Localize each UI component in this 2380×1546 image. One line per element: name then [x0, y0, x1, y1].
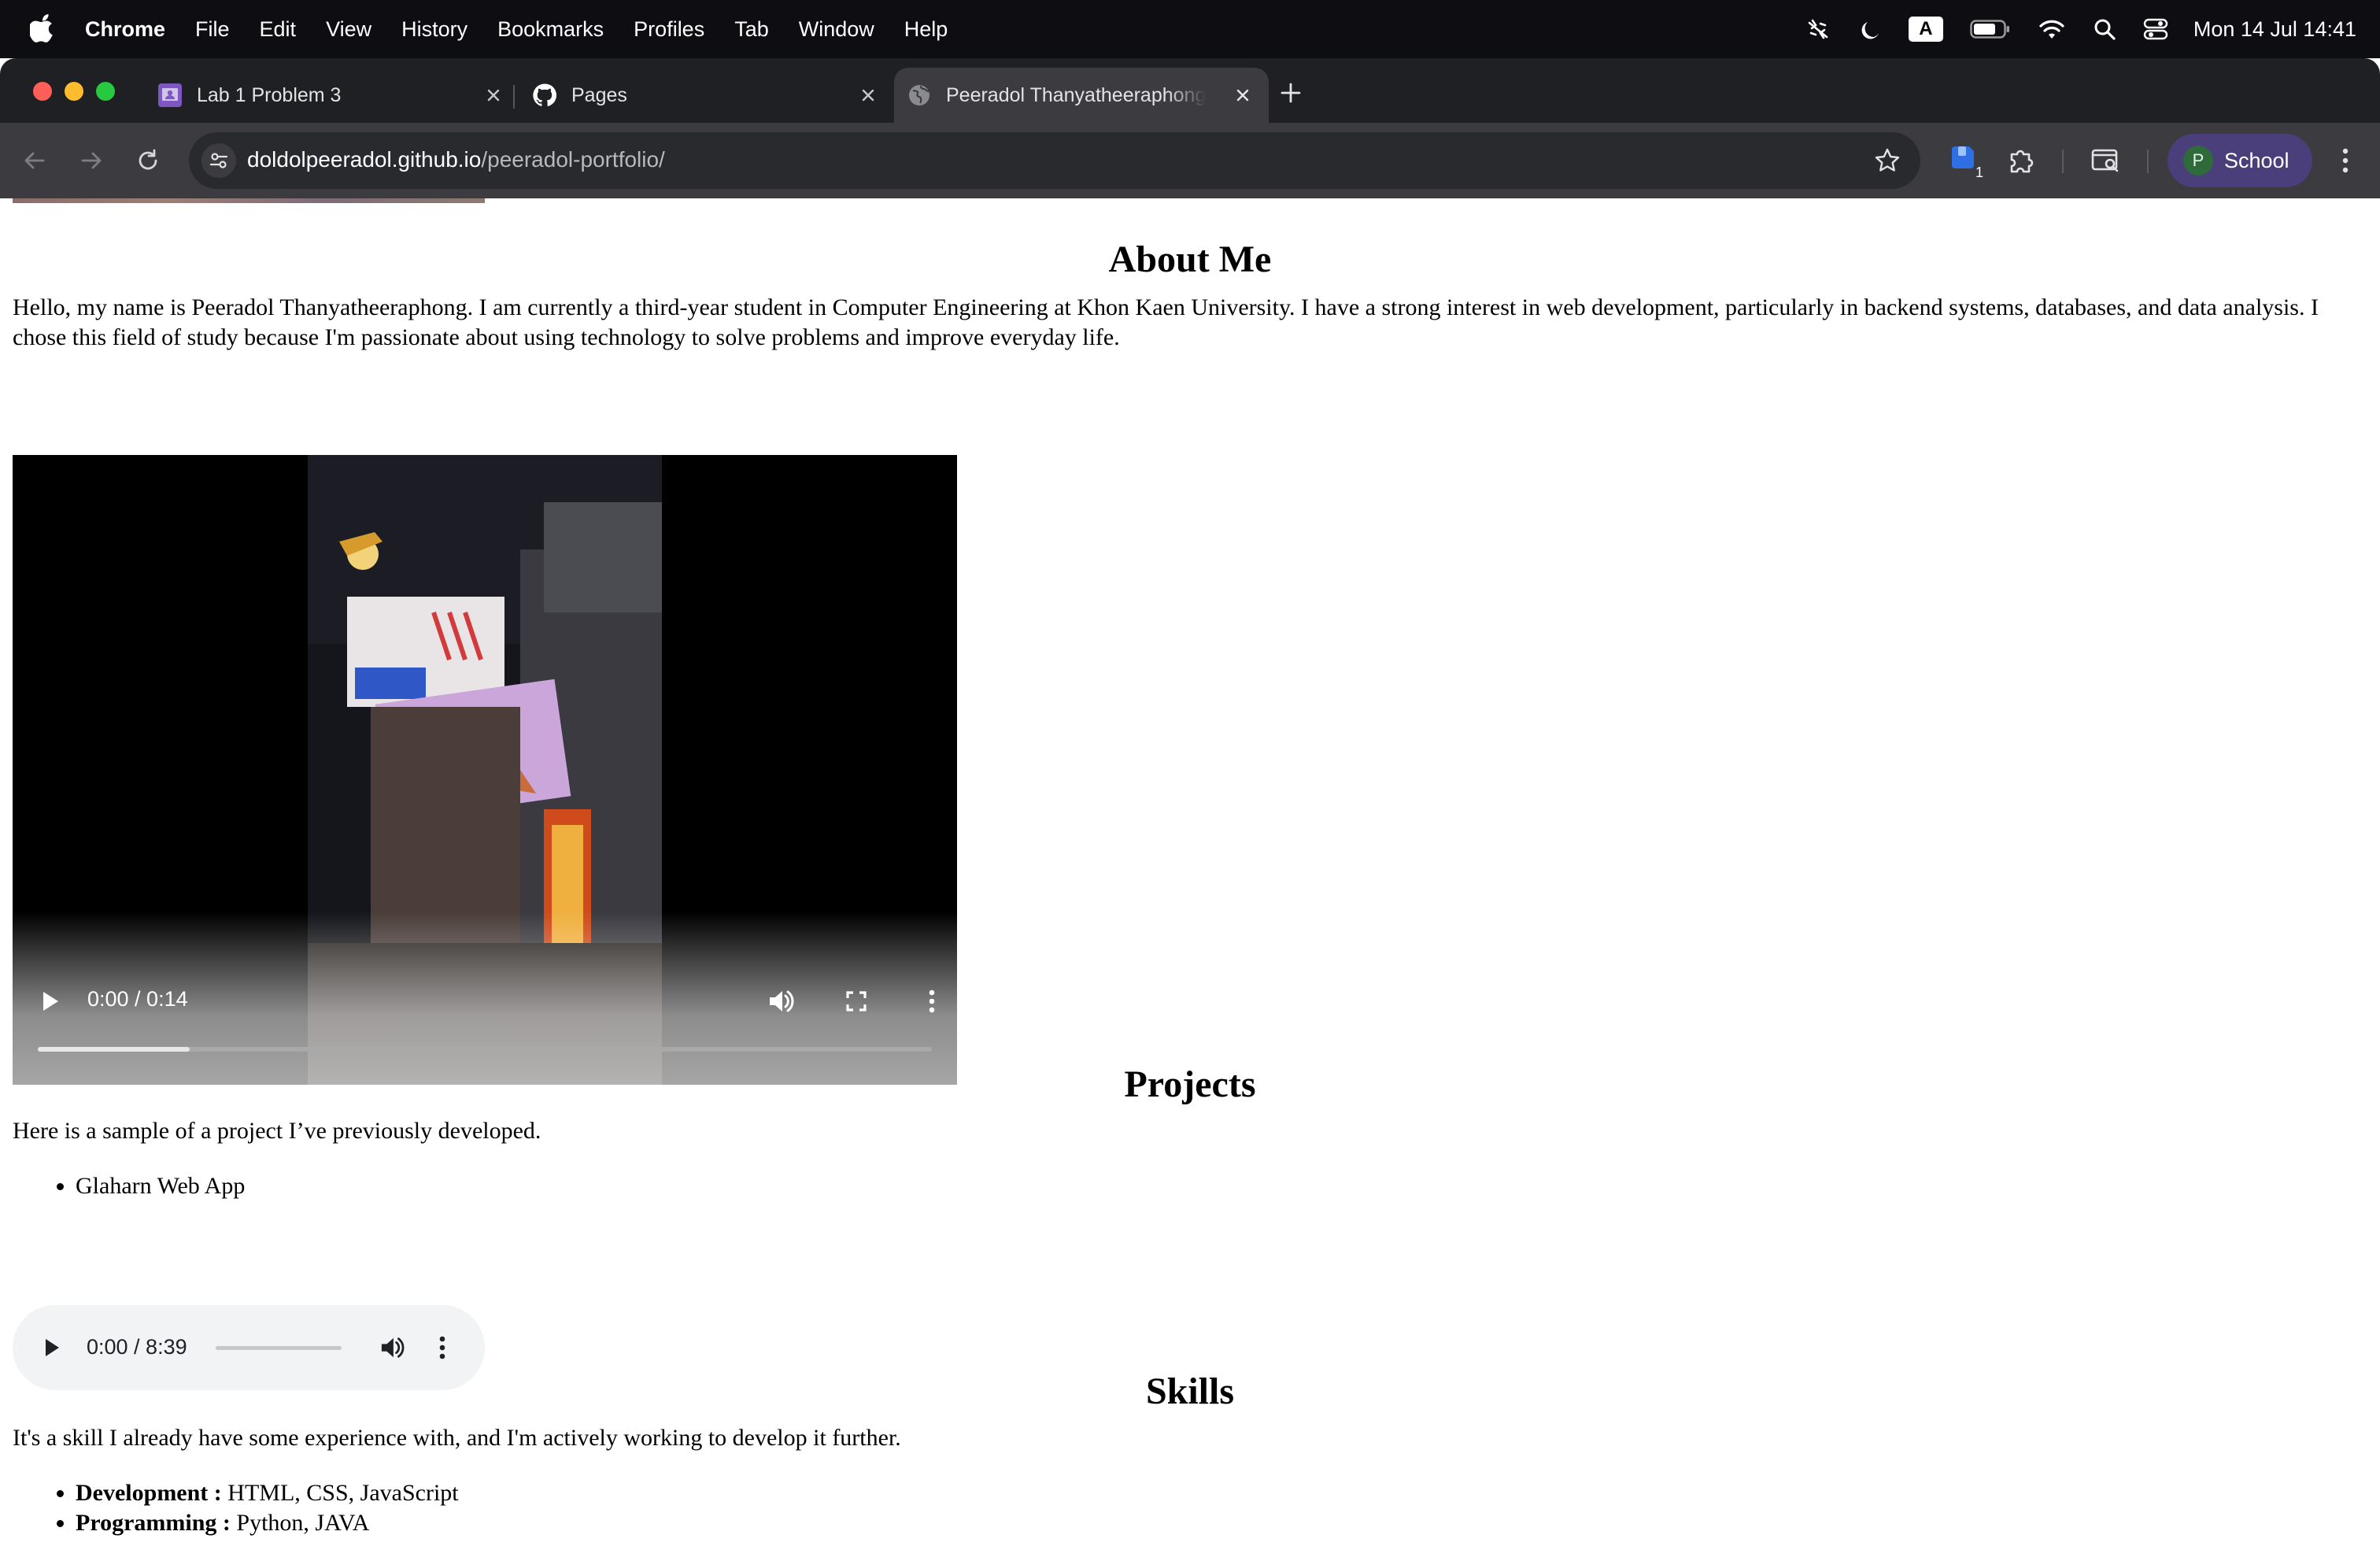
skills-heading: Skills: [1145, 1370, 1235, 1412]
url-host: doldolpeeradol.github.io: [247, 147, 482, 172]
battery-icon[interactable]: [1970, 18, 2011, 40]
toolbar-divider: [2062, 150, 2064, 173]
audio-time: 0:00 / 8:39: [87, 1335, 187, 1359]
projects-heading: Projects: [1124, 1063, 1256, 1105]
video-play-icon[interactable]: [33, 984, 68, 1019]
web-page-content: About Me Hello, my name is Peeradol Than…: [0, 198, 2380, 1546]
window-minimize-button[interactable]: [65, 82, 83, 101]
url-path: /peeradol-portfolio/: [481, 147, 665, 172]
menu-app-name[interactable]: Chrome: [85, 17, 165, 42]
extension-badge: 1: [1975, 165, 1983, 180]
chrome-window: Lab 1 Problem 3 Pages Peeradol Thanyathe…: [0, 58, 2380, 1546]
window-zoom-button[interactable]: [96, 82, 115, 101]
about-paragraph: Hello, my name is Peeradol Thanyatheerap…: [13, 294, 2319, 350]
reload-icon[interactable]: [131, 143, 165, 178]
wifi-icon[interactable]: [2038, 17, 2066, 41]
list-item: Development : HTML, CSS, JavaScript: [76, 1478, 459, 1508]
menu-profiles[interactable]: Profiles: [634, 17, 704, 42]
list-item: Programming : Python, JAVA: [76, 1508, 459, 1538]
github-icon: [533, 83, 557, 106]
tab-title: Peeradol Thanyatheeraphong: [946, 83, 1206, 106]
window-close-button[interactable]: [33, 82, 52, 101]
audio-volume-icon[interactable]: [375, 1330, 409, 1365]
globe-icon: [909, 85, 929, 105]
video-fullscreen-icon[interactable]: [839, 984, 874, 1019]
menu-tab[interactable]: Tab: [734, 17, 769, 42]
video-more-options-icon[interactable]: [915, 984, 949, 1019]
classroom-icon: [158, 83, 182, 107]
tab-separator: [513, 85, 515, 109]
menu-window[interactable]: Window: [799, 17, 874, 42]
skill-label: Programming :: [76, 1510, 231, 1536]
bookmark-star-icon[interactable]: [1872, 145, 1903, 176]
profile-chip[interactable]: P School: [2168, 134, 2312, 187]
tab-close-icon[interactable]: [482, 83, 505, 107]
menu-help[interactable]: Help: [904, 17, 948, 42]
menu-file[interactable]: File: [195, 17, 230, 42]
menu-bookmarks[interactable]: Bookmarks: [497, 17, 604, 42]
tab-pages[interactable]: Pages: [519, 68, 894, 123]
new-tab-plus-icon[interactable]: [1277, 79, 1305, 107]
spotlight-search-icon[interactable]: [2093, 17, 2116, 41]
site-info-tune-icon[interactable]: [201, 143, 236, 178]
audio-more-options-icon[interactable]: [425, 1330, 460, 1365]
video-player[interactable]: 0:00 / 0:14: [13, 455, 957, 1085]
video-volume-icon[interactable]: [763, 984, 798, 1019]
macos-menu-bar: Chrome File Edit View History Bookmarks …: [0, 0, 2380, 58]
projects-list: Glaharn Web App: [13, 1171, 245, 1201]
audio-play-icon[interactable]: [35, 1330, 69, 1365]
tab-title: Lab 1 Problem 3: [197, 83, 342, 106]
skill-value: HTML, CSS, JavaScript: [221, 1480, 459, 1506]
menu-history[interactable]: History: [401, 17, 468, 42]
skill-label: Development :: [76, 1480, 222, 1506]
skills-paragraph: It's a skill I already have some experie…: [13, 1425, 901, 1451]
tab-title: Pages: [571, 83, 627, 106]
profile-avatar: P: [2183, 146, 2213, 176]
menu-view[interactable]: View: [326, 17, 371, 42]
about-heading: About Me: [1108, 239, 1272, 280]
projects-paragraph: Here is a sample of a project I’ve previ…: [13, 1118, 541, 1144]
menubar-clock[interactable]: Mon 14 Jul 14:41: [2193, 17, 2356, 42]
tab-close-icon[interactable]: [1231, 83, 1255, 107]
tab-lab-1-problem-3[interactable]: Lab 1 Problem 3: [145, 68, 519, 123]
video-buffered-range: [38, 1047, 190, 1052]
skills-list: Development : HTML, CSS, JavaScript Prog…: [13, 1478, 459, 1538]
screen-mirroring-icon[interactable]: [1805, 16, 1831, 43]
input-source-label: A: [1908, 17, 1943, 42]
profile-image-edge: [13, 198, 485, 203]
toolbar-divider: [2147, 150, 2149, 173]
skill-value: Python, JAVA: [230, 1510, 370, 1536]
control-center-icon[interactable]: [2143, 17, 2168, 41]
video-seek-bar[interactable]: [38, 1047, 932, 1052]
extensions-puzzle-icon[interactable]: [2004, 143, 2038, 178]
profile-name: School: [2224, 148, 2289, 172]
list-item: Glaharn Web App: [76, 1171, 245, 1201]
apple-logo-icon[interactable]: [30, 12, 57, 43]
menu-edit[interactable]: Edit: [260, 17, 297, 42]
video-time: 0:00 / 0:14: [87, 987, 188, 1011]
extension-password-icon[interactable]: 1: [1947, 143, 1983, 180]
do-not-disturb-moon-icon[interactable]: [1858, 17, 1882, 41]
tab-search-icon[interactable]: [2089, 143, 2123, 178]
tab-strip: Lab 1 Problem 3 Pages Peeradol Thanyathe…: [0, 58, 2380, 123]
tab-peeradol-portfolio[interactable]: Peeradol Thanyatheeraphong: [894, 68, 1269, 123]
forward-arrow-icon[interactable]: [74, 143, 109, 178]
status-area: A Mon 14 Jul 14:41: [1778, 0, 2356, 58]
chrome-menu-kebab-icon[interactable]: [2328, 143, 2363, 178]
audio-seek-bar[interactable]: [216, 1346, 342, 1350]
back-arrow-icon[interactable]: [17, 143, 52, 178]
address-bar[interactable]: doldolpeeradol.github.io/peeradol-portfo…: [189, 132, 1920, 189]
input-source-icon[interactable]: A: [1908, 17, 1943, 42]
url-text: doldolpeeradol.github.io/peeradol-portfo…: [247, 147, 665, 172]
menu-list: Chrome File Edit View History Bookmarks …: [85, 0, 978, 58]
browser-toolbar: doldolpeeradol.github.io/peeradol-portfo…: [0, 123, 2380, 198]
tab-close-icon[interactable]: [856, 83, 880, 107]
